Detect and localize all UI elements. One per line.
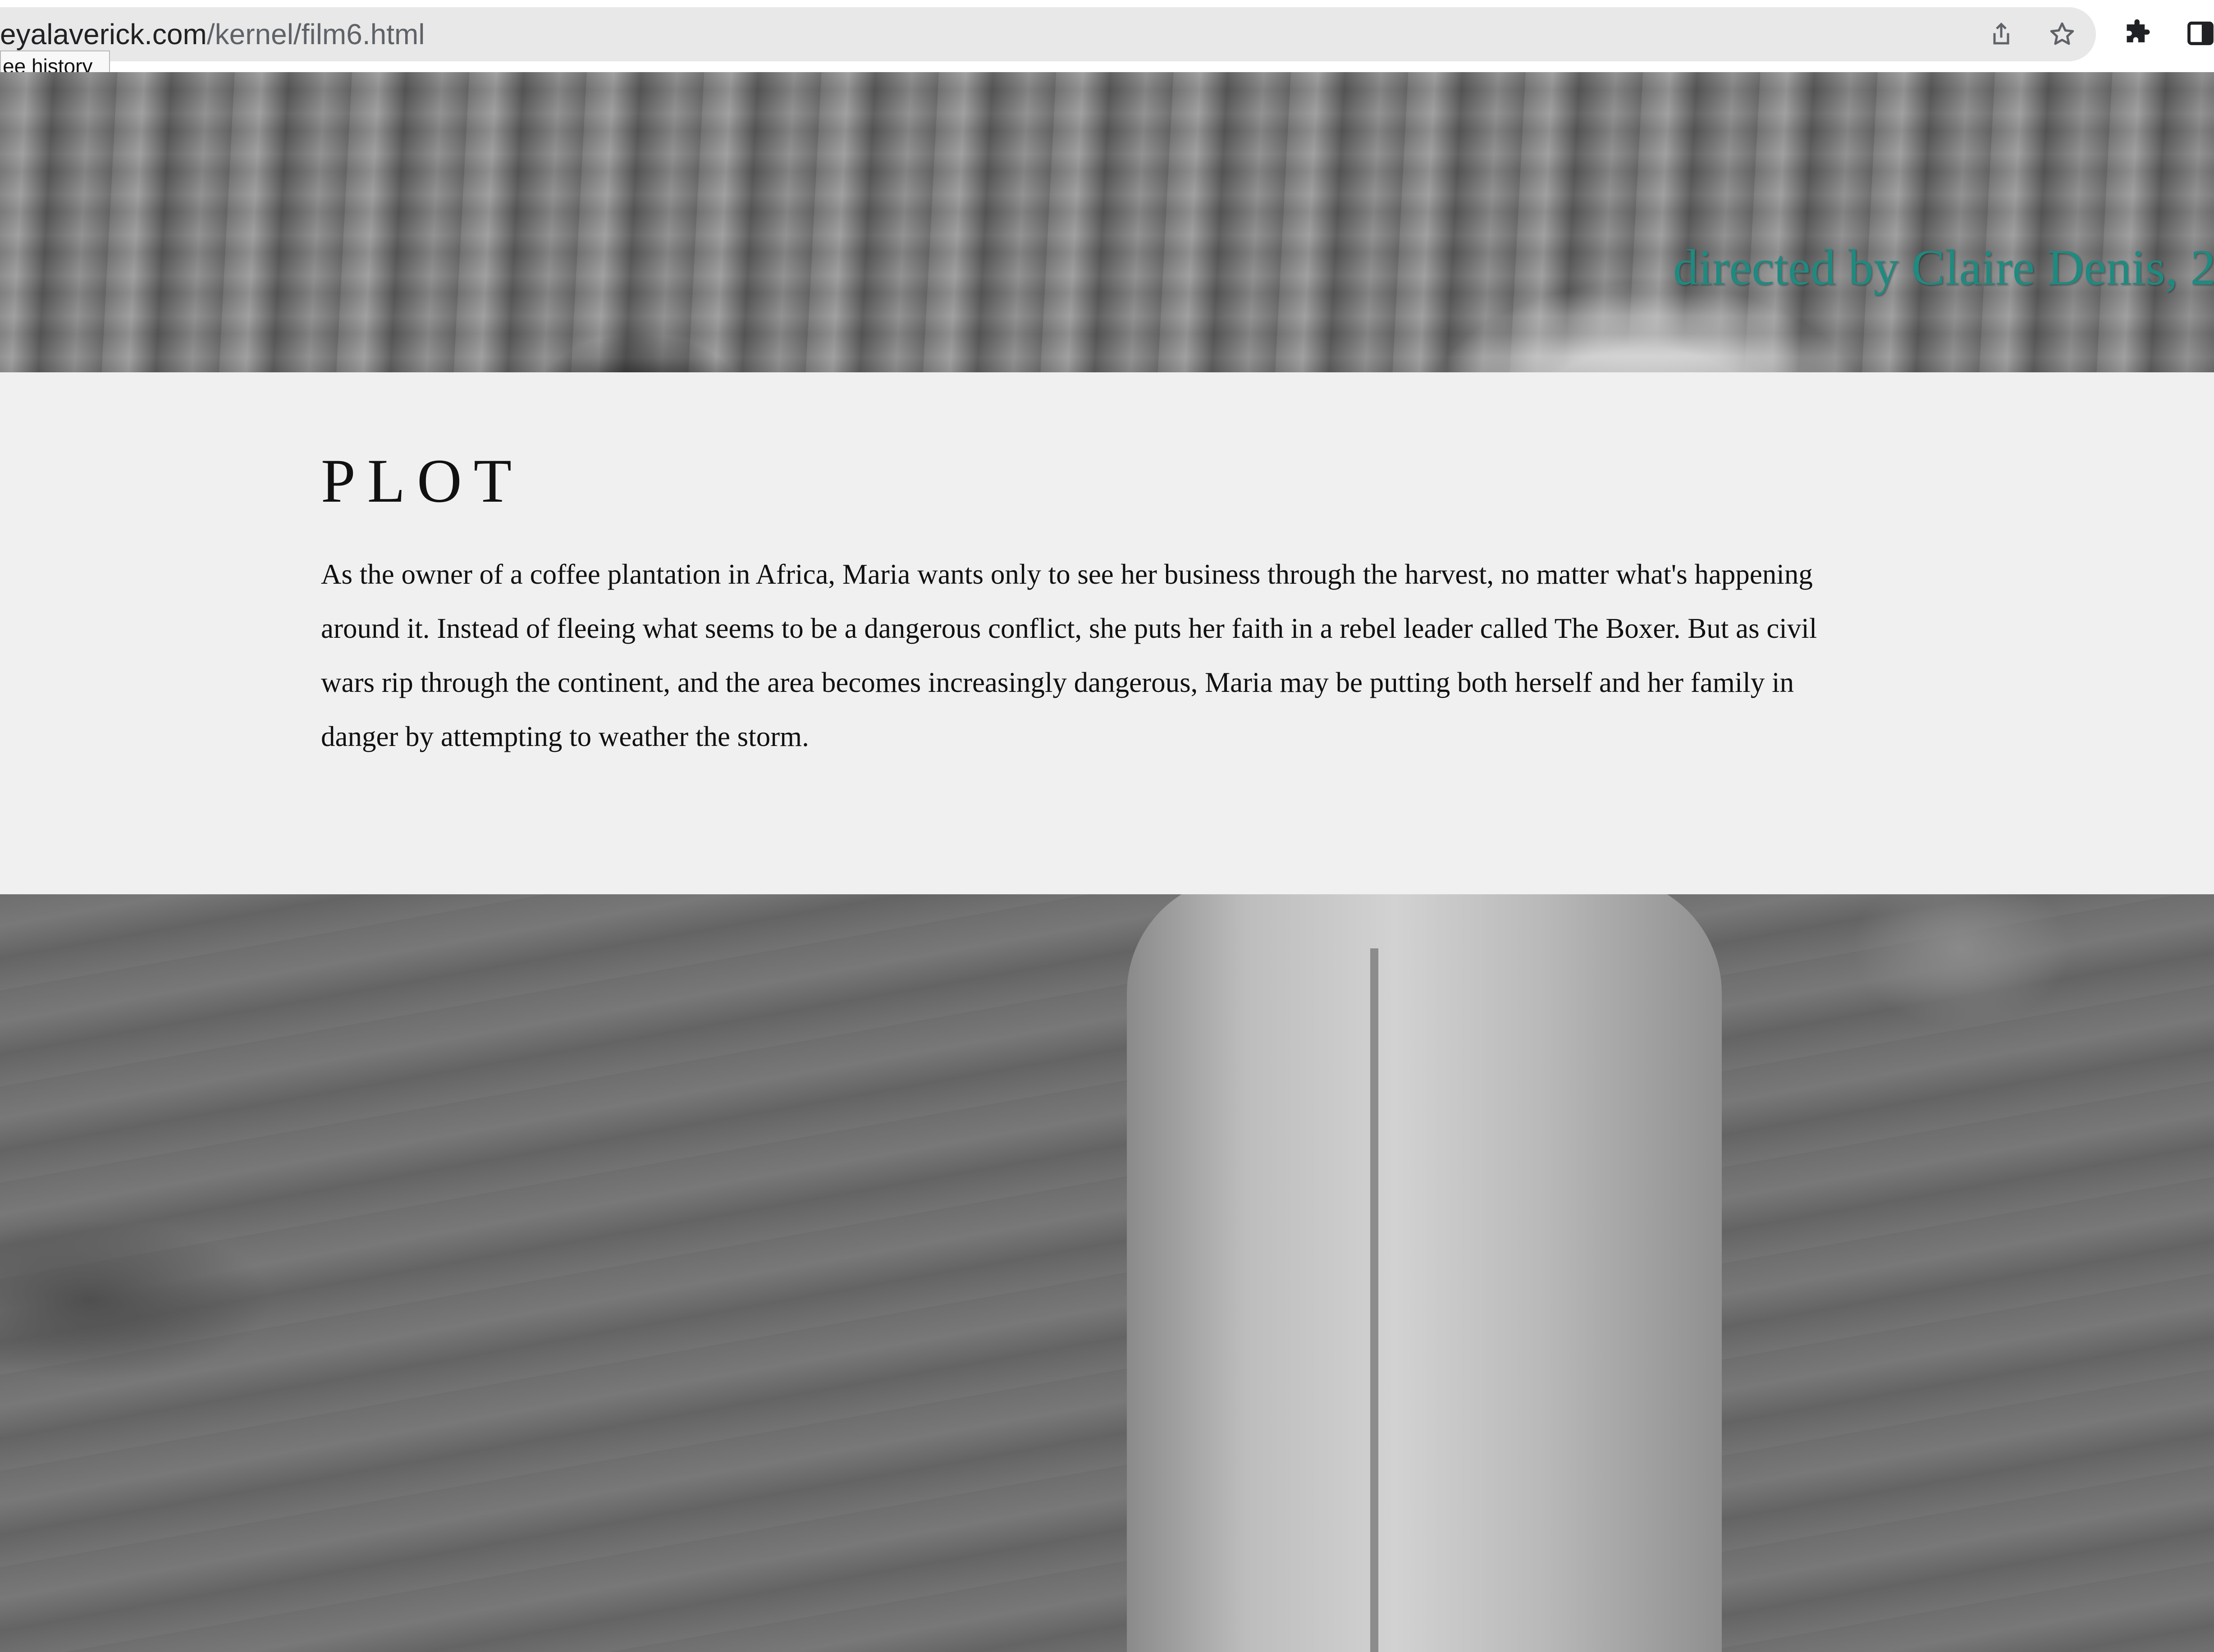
- address-bar[interactable]: eyalaverick.com/kernel/film6.html: [0, 7, 2096, 61]
- plot-heading: PLOT: [321, 446, 523, 515]
- side-panel-icon[interactable]: [2185, 18, 2214, 49]
- bookmark-star-icon[interactable]: [2049, 21, 2076, 48]
- director-credit: directed by Claire Denis, 20: [1673, 240, 2214, 296]
- browser-toolbar: eyalaverick.com/kernel/film6.html: [0, 0, 2214, 72]
- plot-section: PLOT As the owner of a coffee plantation…: [0, 372, 2214, 894]
- hero-image: directed by Claire Denis, 20: [0, 72, 2214, 372]
- share-icon[interactable]: [1988, 21, 2015, 48]
- film-still-image: [0, 894, 2214, 1652]
- url-host: eyalaverick.com: [0, 18, 207, 50]
- url-path: /kernel/film6.html: [206, 18, 425, 50]
- extensions-puzzle-icon[interactable]: [2123, 18, 2154, 49]
- plot-text: As the owner of a coffee plantation in A…: [321, 558, 1817, 752]
